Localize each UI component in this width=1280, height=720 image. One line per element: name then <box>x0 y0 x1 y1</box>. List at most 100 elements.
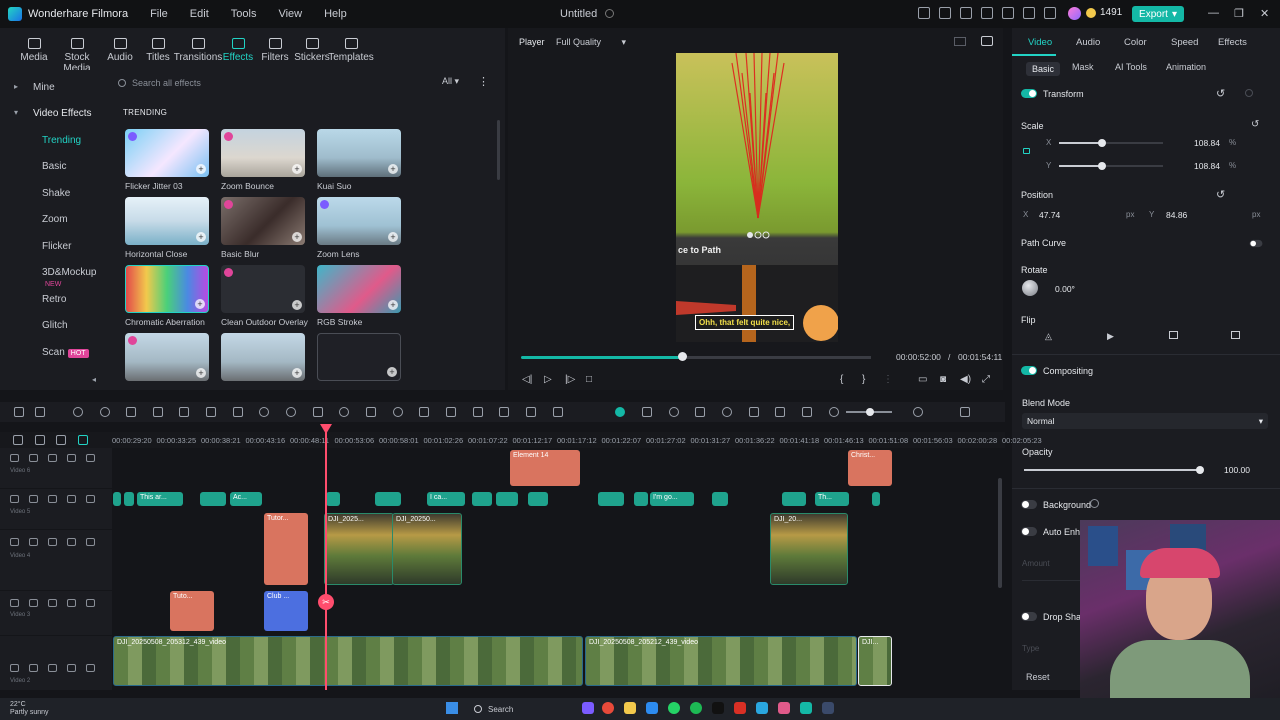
background-toggle[interactable] <box>1021 500 1037 509</box>
maximize-button[interactable]: ❐ <box>1234 7 1244 20</box>
subtab-mask[interactable]: Mask <box>1072 62 1094 72</box>
export-button[interactable]: Export ▾ <box>1132 6 1184 22</box>
flip-vertical-icon[interactable]: ▶ <box>1107 331 1114 342</box>
save-icon[interactable] <box>981 7 993 19</box>
next-frame-icon[interactable]: |▷ <box>565 374 575 385</box>
timeline-scrollbar[interactable] <box>998 478 1002 588</box>
cloud-icon[interactable] <box>1002 7 1014 19</box>
rotate-left-icon[interactable] <box>1169 331 1178 339</box>
rotate-right-icon[interactable] <box>1231 331 1240 339</box>
chrome-icon[interactable] <box>602 702 614 714</box>
slider-handle[interactable] <box>1196 466 1204 474</box>
keyframe-icon[interactable] <box>313 407 323 417</box>
amount-slider[interactable] <box>1022 580 1082 581</box>
send-icon[interactable] <box>918 7 930 19</box>
app-icon[interactable] <box>822 702 834 714</box>
folder-icon[interactable] <box>29 454 38 462</box>
eye-icon[interactable] <box>67 454 76 462</box>
layout-icon[interactable] <box>14 407 24 417</box>
redo-icon[interactable] <box>100 407 110 417</box>
stop-icon[interactable]: □ <box>586 374 592 385</box>
nav-zoom[interactable]: Zoom <box>42 214 68 225</box>
menu-view[interactable]: View <box>278 8 302 20</box>
play-icon[interactable]: ▷ <box>544 374 552 385</box>
add-icon[interactable]: + <box>388 232 398 242</box>
split-icon[interactable]: ⋮ <box>883 374 893 385</box>
minimize-button[interactable]: — <box>1208 7 1219 19</box>
subtab-ai-tools[interactable]: AI Tools <box>1115 62 1147 72</box>
menu-help[interactable]: Help <box>324 8 347 20</box>
video-clip-dji[interactable]: DJI_20250... <box>392 513 462 585</box>
effect-thumb-clean-outdoor-overlay[interactable]: + <box>221 265 305 313</box>
zoom-slider[interactable] <box>846 408 892 416</box>
video-preview[interactable]: ce to Path Ohh, that felt quite nice, <box>676 53 838 342</box>
nav-basic[interactable]: Basic <box>42 161 66 172</box>
add-icon[interactable]: + <box>292 368 302 378</box>
weather-widget[interactable]: 22°C Partly sunny <box>10 701 49 717</box>
menu-edit[interactable]: Edit <box>190 8 209 20</box>
folder-icon[interactable] <box>29 599 38 607</box>
compositing-toggle[interactable] <box>1021 366 1037 375</box>
eye-icon[interactable] <box>67 599 76 607</box>
timer-icon[interactable] <box>393 407 403 417</box>
add-icon[interactable]: + <box>387 367 397 377</box>
progress-bar-track[interactable] <box>682 356 871 359</box>
menu-file[interactable]: File <box>150 8 168 20</box>
mark-out-icon[interactable]: } <box>862 374 865 385</box>
split-scissors-icon[interactable]: ✂ <box>318 594 334 610</box>
add-icon[interactable]: + <box>196 232 206 242</box>
track-manager-icon[interactable] <box>35 435 45 445</box>
tab-video[interactable]: Video <box>1028 37 1052 48</box>
effect-thumb-basic-blur[interactable]: + <box>221 197 305 245</box>
transform-toggle[interactable] <box>1021 89 1037 98</box>
eye-icon[interactable] <box>67 664 76 672</box>
group-icon[interactable] <box>473 407 483 417</box>
nav-flicker[interactable]: Flicker <box>42 241 71 252</box>
video-clip-dji[interactable]: DJI_2025... <box>324 513 394 585</box>
user-avatar[interactable] <box>1068 7 1081 20</box>
marker-icon[interactable] <box>669 407 679 417</box>
add-icon[interactable]: + <box>196 164 206 174</box>
subtab-basic[interactable]: Basic <box>1026 62 1061 76</box>
undo-icon[interactable] <box>73 407 83 417</box>
camera-icon[interactable]: ◙ <box>940 374 946 385</box>
title-clip[interactable] <box>124 492 134 506</box>
opacity-value[interactable]: 100.00 <box>1224 465 1250 475</box>
playhead[interactable] <box>325 428 327 690</box>
quality-select[interactable]: Full Quality ▾ <box>556 37 626 48</box>
app-icon[interactable] <box>778 702 790 714</box>
drop-shadow-toggle[interactable] <box>1021 612 1037 621</box>
effect-thumb[interactable]: + <box>125 333 209 381</box>
effect-thumb-horizontal-close[interactable]: + <box>125 197 209 245</box>
tab-audio[interactable]: Audio <box>1076 37 1100 48</box>
title-clip-ac[interactable]: Ac... <box>230 492 262 506</box>
clip-element-14[interactable]: Element 14 <box>510 450 580 486</box>
scale-reset-icon[interactable]: ↺ <box>1251 119 1259 130</box>
microphone-icon[interactable] <box>722 407 732 417</box>
snapshot-icon[interactable] <box>981 36 993 46</box>
mute-icon[interactable] <box>48 599 57 607</box>
timeline-layout-icon[interactable] <box>960 407 970 417</box>
lock-icon[interactable] <box>1023 148 1030 154</box>
tab-effects[interactable]: Effects <box>1218 37 1247 48</box>
scale-x-slider[interactable] <box>1059 139 1163 147</box>
add-icon[interactable]: + <box>292 232 302 242</box>
title-clip-im-go[interactable]: I'm go... <box>650 492 694 506</box>
rotate-value[interactable]: 0.00° <box>1055 284 1075 294</box>
nav-mine[interactable]: Mine <box>33 82 55 93</box>
chevron-down-icon[interactable]: ▾ <box>14 108 18 117</box>
folder-app-icon[interactable] <box>624 702 636 714</box>
chevron-right-icon[interactable]: ▸ <box>14 82 18 91</box>
frame-icon[interactable] <box>233 407 243 417</box>
filmora-app-icon[interactable] <box>800 702 812 714</box>
title-clip-th[interactable]: Th... <box>815 492 849 506</box>
effect-thumb-chromatic-aberration[interactable]: + <box>125 265 209 313</box>
position-y-value[interactable]: 84.86 <box>1166 210 1187 220</box>
title-clip-this-ar[interactable]: This ar... <box>137 492 183 506</box>
clip-club[interactable]: Club ... <box>264 591 308 631</box>
folder-icon[interactable] <box>29 495 38 503</box>
add-icon[interactable]: + <box>195 299 205 309</box>
position-reset-icon[interactable]: ↺ <box>1216 188 1225 201</box>
volume-icon[interactable]: ◀) <box>960 374 971 385</box>
clip-christ[interactable]: Christ... <box>848 450 892 486</box>
